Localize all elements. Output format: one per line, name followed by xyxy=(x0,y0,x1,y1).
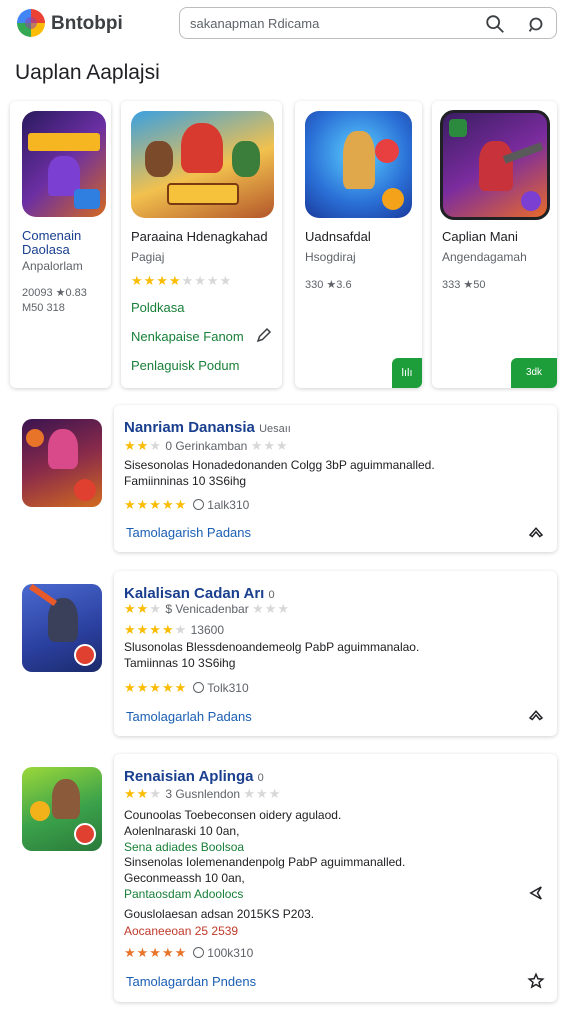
app-subtitle: Pagiaj xyxy=(131,250,165,264)
app-developer-link[interactable]: Tamolagarlah Padans xyxy=(126,709,252,724)
app-icon[interactable] xyxy=(22,767,102,851)
top-app-card[interactable]: Caplian Mani Angendagamah 333 ★50 3dk xyxy=(432,101,557,388)
app-icon xyxy=(131,111,274,218)
rating-row: ★★★ $ Venicadenbar ★★★ xyxy=(124,601,291,616)
app-description-line: Pantaosdam Adoolocs xyxy=(124,887,244,901)
app-list-card[interactable]: Renaisian Aplinga 0 ★★★ 3 Gusnlendon ★★★… xyxy=(114,754,557,1002)
app-category-label: Poldkasa xyxy=(131,300,185,315)
app-description-line: Sinsenolas Iolemenandenpolg PabP aguimma… xyxy=(124,855,406,869)
top-app-card[interactable]: Paraaina Hdenagkahad Pagiaj ★★★★★★★★ Pol… xyxy=(121,101,282,388)
app-description-secondary: Famiinninas 10 3S6ihg xyxy=(124,474,247,488)
pencil-icon[interactable] xyxy=(255,326,273,344)
search-input[interactable]: sakanapman Rdicama xyxy=(190,16,319,31)
app-description-line: Sena adiades Boolsoa xyxy=(124,840,245,854)
app-subtitle: Anpalorlam xyxy=(22,259,83,273)
app-meta: 330 ★3.6 xyxy=(305,279,352,291)
app-name: Bntobpi xyxy=(51,13,123,34)
app-title: Comenain Daolasa xyxy=(22,228,82,257)
app-subtitle: Hsogdiraj xyxy=(305,250,356,264)
app-install-label[interactable]: Nenkapaise Fanom xyxy=(131,329,244,344)
app-subtitle: Angendagamah xyxy=(442,250,527,264)
app-description-line: Aolenlnaraski 10 0an, xyxy=(124,824,240,838)
app-icon[interactable] xyxy=(22,584,102,672)
app-description-line: Counoolas Toebeconsen oidery agulaod. xyxy=(124,808,342,822)
collapse-icon[interactable] xyxy=(527,523,545,541)
share-icon[interactable] xyxy=(527,884,545,902)
search-icon[interactable] xyxy=(484,13,506,35)
rating-row: ★★★ 0 Gerinkamban ★★★ xyxy=(124,438,289,453)
app-title: Paraaina Hdenagkahad xyxy=(131,229,268,244)
search-bar[interactable]: sakanapman Rdicama xyxy=(179,7,557,39)
star-icon[interactable] xyxy=(527,972,545,990)
app-list-card[interactable]: Kalalisan Cadan Arı 0 ★★★ $ Venicadenbar… xyxy=(114,571,557,736)
app-developer-link[interactable]: Tamolagardan Pndens xyxy=(126,974,256,989)
section-title: Uaplan Aaplajsi xyxy=(15,61,160,84)
assist-search-icon[interactable] xyxy=(525,13,547,35)
rating-summary: ★★★★★ 1alk310 xyxy=(124,497,250,512)
top-app-card[interactable]: Uadnsafdal Hsogdiraj 330 ★3.6 lılı xyxy=(295,101,422,388)
rating-summary: ★★★★★ 100k310 xyxy=(124,945,254,960)
app-icon xyxy=(22,111,106,217)
app-logo[interactable] xyxy=(17,9,45,37)
app-description-secondary: Tamiinnas 10 3S6ihg xyxy=(124,656,236,670)
rating-summary: ★★★★★ Tolk310 xyxy=(124,680,249,695)
app-header: Bntobpi sakanapman Rdicama xyxy=(0,0,576,48)
rating-row-secondary: ★★★★★ 13600 xyxy=(124,622,224,637)
app-list-card[interactable]: Nanriam Danansia Uesaıı ★★★ 0 Gerinkamba… xyxy=(114,405,557,552)
top-app-card[interactable]: Comenain Daolasa Anpalorlam 20093 ★0.83 … xyxy=(10,101,111,388)
rating-row: ★★★ 3 Gusnlendon ★★★ xyxy=(124,786,282,801)
app-title: Caplian Mani xyxy=(442,229,518,244)
app-developer-link[interactable]: Tamolagarish Padans xyxy=(126,525,251,540)
app-title: Uadnsafdal xyxy=(305,229,371,244)
app-title: Renaisian Aplinga 0 xyxy=(124,768,264,785)
app-meta: 333 ★50 xyxy=(442,279,486,291)
app-meta: 20093 ★0.83 M50 318 xyxy=(22,287,87,314)
app-icon[interactable] xyxy=(22,419,102,507)
app-icon xyxy=(440,110,550,220)
app-description: Sisesonolas Honadedonanden Colgg 3bP agu… xyxy=(124,458,435,472)
app-description: Slusonolas Blessdenoandemeolg PabP aguim… xyxy=(124,640,420,654)
collapse-icon[interactable] xyxy=(527,706,545,724)
install-badge[interactable]: lılı xyxy=(392,358,422,388)
app-description-line: Geconmeassh 10 0an, xyxy=(124,871,245,885)
app-description-line: Aocaneeoan 25 2539 xyxy=(124,924,239,938)
app-title: Kalalisan Cadan Arı 0 xyxy=(124,585,275,602)
app-link[interactable]: Penlaguisk Podum xyxy=(131,358,239,373)
app-description-line: Gouslolaesan adsan 2015KS P203. xyxy=(124,907,315,921)
rating-stars: ★★★★★★★★ xyxy=(131,273,233,288)
app-icon xyxy=(305,111,412,218)
app-title: Nanriam Danansia Uesaıı xyxy=(124,419,291,436)
install-badge[interactable]: 3dk xyxy=(511,358,557,388)
